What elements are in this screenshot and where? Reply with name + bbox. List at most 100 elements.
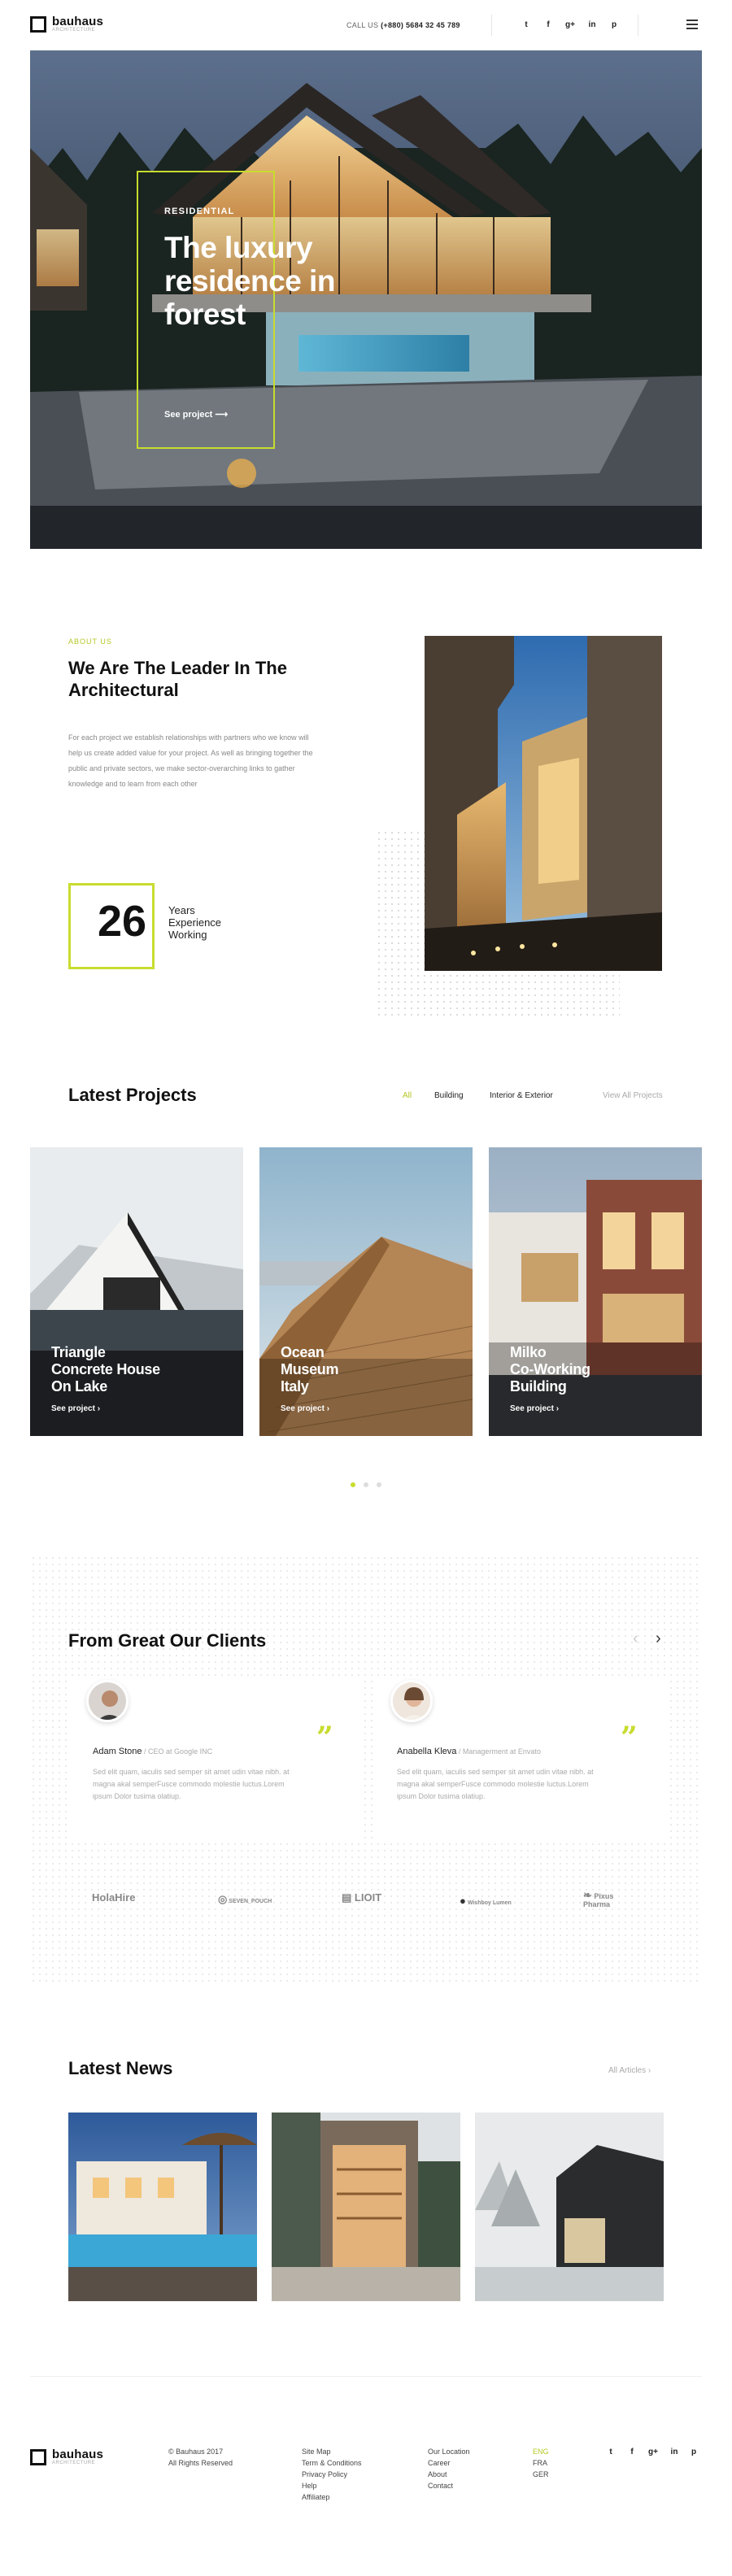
see-project-link[interactable]: See project › (281, 1404, 329, 1413)
call-label: CALL US (346, 21, 379, 29)
client-logo-lioit[interactable]: ▤ LIOIT (342, 1891, 381, 1904)
footer-logo-sub: ARCHITECTURE (52, 2461, 96, 2465)
chevron-right-icon: › (647, 2066, 651, 2075)
all-articles-link[interactable]: All Articles › (608, 2066, 651, 2075)
project-card[interactable]: Triangle Concrete House On Lake See proj… (30, 1147, 243, 1436)
project-title-line: Building (510, 1378, 567, 1395)
building-photo (425, 636, 662, 971)
carousel-dot[interactable] (364, 1482, 368, 1487)
next-arrow-icon[interactable]: › (656, 1630, 661, 1648)
see-project-label: See project (51, 1404, 95, 1413)
view-all-projects-link[interactable]: View All Projects (603, 1091, 663, 1100)
project-title: Ocean Museum Italy (281, 1344, 339, 1395)
lang-fra[interactable]: FRA (533, 2457, 549, 2469)
testimonial-line: magna akal semperFusce commodo molestie … (93, 1780, 285, 1788)
lioit-icon: ▤ (342, 1891, 352, 1904)
footer-link-career[interactable]: Career (428, 2457, 470, 2469)
prev-arrow-icon[interactable]: ‹ (633, 1630, 638, 1648)
testimonial-line: ipsum Dolor tusima olatiup. (93, 1792, 181, 1800)
twitter-icon[interactable]: t (521, 20, 532, 29)
footer-linkedin-icon[interactable]: in (669, 2448, 680, 2456)
facebook-icon[interactable]: f (542, 20, 554, 29)
project-card[interactable]: Milko Co-Working Building See project › (489, 1147, 702, 1436)
see-project-link[interactable]: See project › (51, 1404, 100, 1413)
client-logo-seven-pouch[interactable]: ◎ SEVEN_POUCH (218, 1893, 272, 1906)
logo-mark-icon[interactable] (30, 16, 46, 33)
testimonial-line: magna akal semperFusce commodo molestie … (397, 1780, 589, 1788)
quote-icon: ” (621, 1721, 638, 1755)
footer-link-about[interactable]: About (428, 2469, 470, 2480)
call-number[interactable]: (+880) 5684 32 45 789 (381, 21, 460, 29)
testimonial-line: Sed elit quam, iaculis sed semper sit am… (93, 1768, 290, 1776)
client-logo-pixus[interactable]: ❧ Pixus Pharma (583, 1889, 632, 1908)
hero-link-label: See project (164, 410, 213, 420)
footer-link-help[interactable]: Help (302, 2480, 362, 2491)
news-card[interactable] (272, 2113, 460, 2301)
project-card[interactable]: Ocean Museum Italy See project › (259, 1147, 473, 1436)
footer-logo-mark-icon[interactable] (30, 2449, 46, 2465)
about-body-line: knowledge and to learn from each other (68, 780, 198, 788)
pixus-icon: ❧ (583, 1889, 592, 1901)
quote-icon: ” (316, 1721, 333, 1755)
google-plus-icon[interactable]: g+ (564, 20, 576, 29)
project-title: Triangle Concrete House On Lake (51, 1344, 160, 1395)
client-logo-label: SEVEN_POUCH (229, 1899, 272, 1904)
project-title-line: Milko (510, 1344, 547, 1360)
footer-twitter-icon[interactable]: t (605, 2448, 617, 2456)
filter-all[interactable]: All (403, 1091, 412, 1100)
footer-google-plus-icon[interactable]: g+ (647, 2448, 659, 2456)
footer-logo-name[interactable]: bauhaus (52, 2448, 103, 2461)
about-eyebrow: ABOUT US (68, 637, 112, 646)
testimonial-text: Sed elit quam, iaculis sed semper sit am… (397, 1766, 665, 1803)
lang-eng[interactable]: ENG (533, 2446, 549, 2457)
project-title-line: Concrete House (51, 1361, 160, 1377)
logo-name[interactable]: bauhaus (52, 15, 103, 28)
see-project-link[interactable]: See project › (510, 1404, 559, 1413)
copyright-line: © Bauhaus 2017 (168, 2448, 224, 2456)
site-header: bauhaus ARCHITECTURE CALL US (+880) 5684… (0, 0, 732, 50)
pinterest-icon[interactable]: p (608, 20, 620, 29)
hero-banner: RESIDENTIAL The luxury residence in fore… (30, 50, 702, 549)
news-card[interactable] (68, 2113, 257, 2301)
author-name: Anabella Kleva (397, 1747, 457, 1756)
about-body-line: help us create added value for your proj… (68, 749, 313, 757)
project-title-line: Triangle (51, 1344, 106, 1360)
chevron-right-icon: › (556, 1404, 560, 1413)
footer-links-col-2: Our Location Career About Contact (428, 2446, 470, 2491)
hamburger-menu-icon[interactable] (686, 20, 698, 29)
chevron-right-icon: › (326, 1404, 330, 1413)
seven-pouch-icon: ◎ (218, 1893, 228, 1905)
footer-link-affiliate[interactable]: Affiliatep (302, 2491, 362, 2503)
footer-languages: ENG FRA GER (533, 2446, 549, 2480)
filter-building[interactable]: Building (434, 1091, 464, 1100)
lang-ger[interactable]: GER (533, 2469, 549, 2480)
client-logo-wishboy[interactable]: ● Wishboy Lumen (460, 1895, 512, 1907)
see-project-label: See project (510, 1404, 554, 1413)
hero-see-project-link[interactable]: See project ⟶ (164, 409, 228, 420)
carousel-dot-active[interactable] (351, 1482, 355, 1487)
footer-link-privacy[interactable]: Privacy Policy (302, 2469, 362, 2480)
footer-link-location[interactable]: Our Location (428, 2446, 470, 2457)
footer-pinterest-icon[interactable]: p (688, 2448, 699, 2456)
linkedin-icon[interactable]: in (586, 20, 598, 29)
years-number: 26 (98, 897, 147, 946)
copyright-line: All Rights Reserved (168, 2459, 233, 2467)
client-logo-holahire[interactable]: HolaHire (92, 1891, 135, 1904)
hero-tag: RESIDENTIAL (164, 207, 235, 216)
news-title: Latest News (68, 2058, 173, 2078)
avatar (86, 1680, 129, 1722)
footer-link-contact[interactable]: Contact (428, 2480, 470, 2491)
carousel-dot[interactable] (377, 1482, 381, 1487)
footer-link-site-map[interactable]: Site Map (302, 2446, 362, 2457)
projects-title: Latest Projects (68, 1085, 197, 1105)
news-card[interactable] (475, 2113, 664, 2301)
see-project-label: See project (281, 1404, 325, 1413)
years-label: Years Experience Working (168, 904, 221, 941)
project-title-line: Italy (281, 1378, 309, 1395)
filter-interior-exterior[interactable]: Interior & Exterior (490, 1091, 553, 1100)
footer-divider (30, 2376, 702, 2377)
footer-link-terms[interactable]: Term & Conditions (302, 2457, 362, 2469)
footer-facebook-icon[interactable]: f (626, 2448, 638, 2456)
about-title-line: We Are The Leader In The (68, 658, 287, 678)
project-title: Milko Co-Working Building (510, 1344, 590, 1395)
